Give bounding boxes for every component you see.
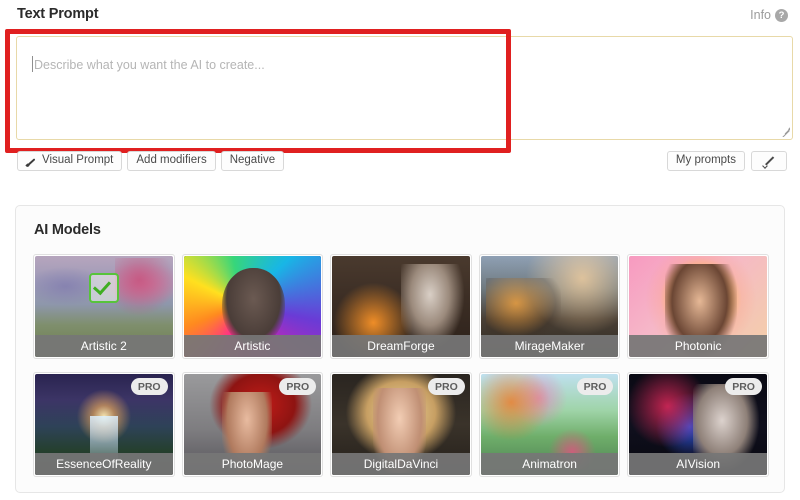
pen-icon bbox=[763, 155, 775, 167]
model-name-label: AIVision bbox=[629, 453, 767, 475]
edit-prompt-button[interactable] bbox=[751, 151, 787, 171]
page-title: Text Prompt bbox=[17, 6, 99, 22]
model-name-label: Artistic 2 bbox=[35, 335, 173, 357]
textarea-placeholder: Describe what you want the AI to create.… bbox=[34, 58, 265, 72]
model-thumbnail: PRO DigitalDaVinci bbox=[332, 374, 470, 475]
ai-models-row: Artistic 2 Artistic DreamForge MirageMaker P… bbox=[33, 254, 769, 359]
model-name-label: DigitalDaVinci bbox=[332, 453, 470, 475]
ai-models-title: AI Models bbox=[34, 222, 101, 238]
ai-models-panel: AI Models Artistic 2 Artistic DreamForge Mi… bbox=[15, 205, 785, 493]
model-name-label: Photonic bbox=[629, 335, 767, 357]
prompt-tools-right: My prompts bbox=[666, 151, 787, 171]
model-name-label: EssenceOfReality bbox=[35, 453, 173, 475]
my-prompts-button[interactable]: My prompts bbox=[666, 151, 745, 171]
pro-badge: PRO bbox=[576, 378, 614, 395]
model-thumbnail: PRO PhotoMage bbox=[183, 374, 322, 475]
model-thumbnail: Artistic bbox=[183, 256, 322, 357]
ai-image-generator-page: Text Prompt Info ? Describe what you wan… bbox=[0, 0, 800, 500]
question-circle-icon[interactable]: ? bbox=[775, 8, 788, 22]
model-name-label: PhotoMage bbox=[183, 453, 322, 475]
model-card[interactable]: Artistic 2 bbox=[33, 254, 175, 359]
model-thumbnail: PRO AIVision bbox=[629, 374, 767, 475]
model-thumbnail: DreamForge bbox=[332, 256, 470, 357]
model-card[interactable]: PRO Animatron bbox=[478, 372, 621, 477]
model-card[interactable]: PRO DigitalDaVinci bbox=[330, 372, 472, 477]
model-thumbnail: PRO Animatron bbox=[480, 374, 619, 475]
ai-models-row: PRO EssenceOfReality PRO PhotoMage PRO Digita… bbox=[33, 372, 769, 477]
text-prompt-textarea[interactable]: Describe what you want the AI to create.… bbox=[16, 36, 793, 140]
add-modifiers-button[interactable]: Add modifiers bbox=[127, 151, 216, 171]
check-icon bbox=[88, 273, 119, 304]
add-modifiers-label: Add modifiers bbox=[136, 154, 207, 167]
visual-prompt-button[interactable]: Visual Prompt bbox=[17, 151, 123, 171]
my-prompts-label: My prompts bbox=[675, 154, 736, 167]
model-card[interactable]: PRO EssenceOfReality bbox=[33, 372, 175, 477]
model-thumbnail: Artistic 2 bbox=[35, 256, 173, 357]
model-name-label: Animatron bbox=[480, 453, 619, 475]
pro-badge: PRO bbox=[428, 378, 465, 395]
model-name-label: Artistic bbox=[183, 335, 322, 357]
model-card[interactable]: PRO AIVision bbox=[627, 372, 769, 477]
info-label: Info bbox=[750, 8, 771, 22]
text-prompt-header: Text Prompt Info ? bbox=[0, 6, 800, 28]
ai-models-grid: Artistic 2 Artistic DreamForge MirageMaker P… bbox=[33, 254, 769, 477]
model-card[interactable]: DreamForge bbox=[330, 254, 472, 359]
model-card[interactable]: Artistic bbox=[181, 254, 324, 359]
model-name-label: DreamForge bbox=[332, 335, 470, 357]
pro-badge: PRO bbox=[725, 378, 762, 395]
pro-badge: PRO bbox=[279, 378, 317, 395]
model-card[interactable]: MirageMaker bbox=[478, 254, 621, 359]
negative-label: Negative bbox=[229, 154, 276, 167]
text-caret bbox=[32, 56, 33, 72]
model-name-label: MirageMaker bbox=[480, 335, 619, 357]
model-thumbnail: Photonic bbox=[629, 256, 767, 357]
model-card[interactable]: PRO PhotoMage bbox=[181, 372, 324, 477]
model-thumbnail: MirageMaker bbox=[480, 256, 619, 357]
brush-icon bbox=[26, 156, 37, 167]
prompt-tools-left: Visual Prompt Add modifiers Negative bbox=[17, 151, 285, 171]
visual-prompt-label: Visual Prompt bbox=[42, 154, 114, 167]
textarea-resize-handle[interactable] bbox=[780, 127, 790, 137]
pro-badge: PRO bbox=[130, 378, 168, 395]
model-thumbnail: PRO EssenceOfReality bbox=[35, 374, 173, 475]
negative-button[interactable]: Negative bbox=[220, 151, 285, 171]
info-link[interactable]: Info ? bbox=[750, 8, 788, 22]
model-card[interactable]: Photonic bbox=[627, 254, 769, 359]
